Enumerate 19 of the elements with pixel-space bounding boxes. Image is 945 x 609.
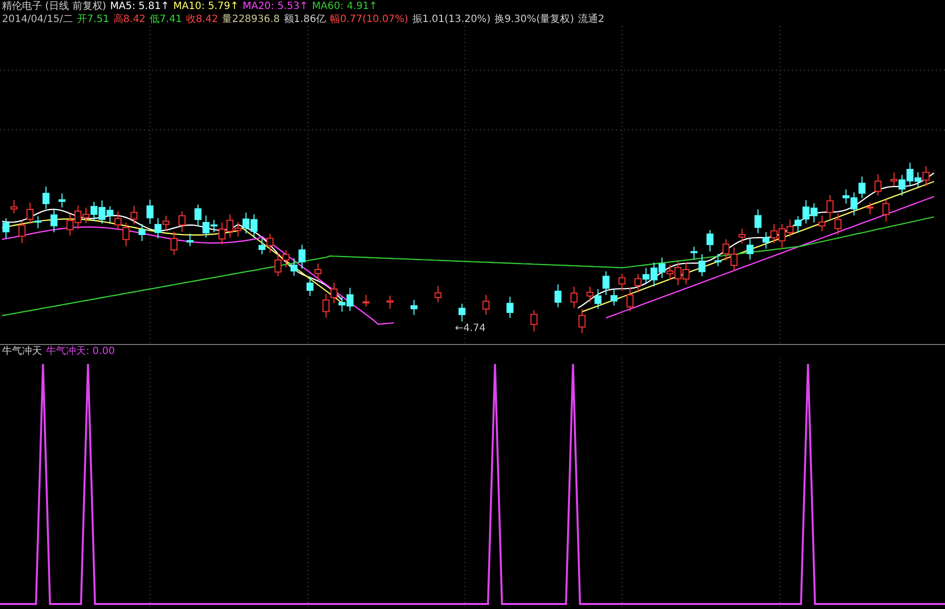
- quote-value: 量228936.8: [222, 13, 280, 26]
- quote-value: 流通2: [578, 13, 604, 26]
- quote-value: 收8.42: [186, 13, 218, 26]
- indicator-name: 牛气冲天: [2, 345, 42, 358]
- quote-value: 幅0.77(10.07%): [330, 13, 408, 26]
- quote-value: 高8.42: [113, 13, 146, 26]
- chart-title: 精伦电子 (日线 前复权): [2, 0, 106, 13]
- moving-average-reading: MA20: 5.53↑: [242, 0, 308, 13]
- quote-value: 换9.30%(量复权): [494, 13, 574, 26]
- quote-value: 开7.51: [77, 13, 110, 26]
- quote-value: 振1.01(13.20%): [412, 13, 490, 26]
- quote-value: 低7.41: [150, 13, 182, 26]
- moving-average-reading: MA10: 5.79↑: [173, 0, 239, 13]
- moving-average-reading: MA5: 5.81↑: [110, 0, 170, 13]
- quote-value: 2014/04/15/二: [2, 13, 74, 26]
- quote-value: 额1.86亿: [284, 13, 326, 26]
- indicator-reading: 牛气冲天: 0.00: [46, 345, 115, 358]
- moving-average-reading: MA60: 4.91↑: [312, 0, 378, 13]
- low-price-label: ←4.74: [455, 322, 486, 335]
